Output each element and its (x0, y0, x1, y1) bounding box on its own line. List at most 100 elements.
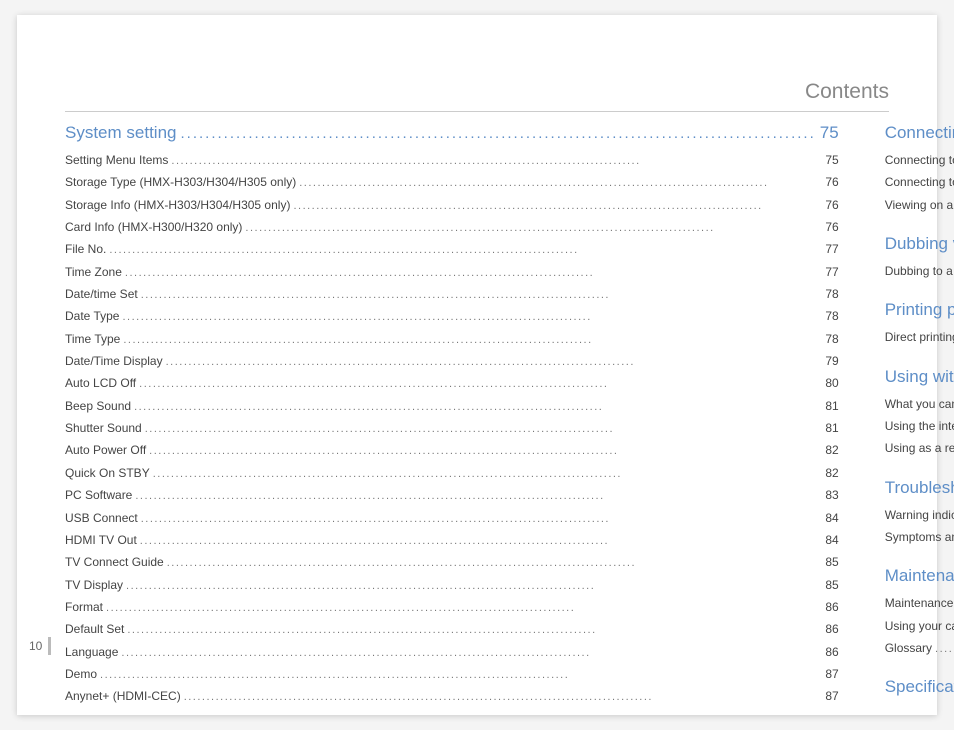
toc-entry-label: PC Software (65, 484, 132, 506)
toc-entry-page: 76 (825, 216, 838, 238)
toc-entry-label: Language (65, 641, 118, 663)
toc-entry-label: Time Zone (65, 261, 122, 283)
leader-dots: ........................................… (121, 643, 822, 663)
toc-entry[interactable]: Auto Power Off..........................… (65, 439, 839, 461)
toc-entry[interactable]: Setting Menu Items......................… (65, 149, 839, 171)
toc-section-title: Specifications (885, 677, 954, 697)
toc-entry[interactable]: Auto LCD Off............................… (65, 372, 839, 394)
toc-section-page: 75 (820, 123, 839, 143)
toc-entry-label: USB Connect (65, 507, 138, 529)
toc-entry[interactable]: Using as a removable storage device.....… (885, 437, 954, 459)
toc-entry[interactable]: Beep Sound..............................… (65, 395, 839, 417)
toc-entry[interactable]: Warning indicators and messages.........… (885, 504, 954, 526)
toc-entry[interactable]: What you can do with a windows computer.… (885, 393, 954, 415)
toc-entry-page: 78 (825, 305, 838, 327)
toc-entry[interactable]: Using the intelli-studio program........… (885, 415, 954, 437)
toc-entry-page: 81 (825, 395, 838, 417)
toc-entry[interactable]: Viewing on a TV screen..................… (885, 194, 954, 216)
toc-section-title: Troubleshooting (885, 478, 954, 498)
toc-section-heading[interactable]: Troubleshooting.........................… (885, 478, 954, 498)
toc-entry[interactable]: USB Connect.............................… (65, 507, 839, 529)
toc-entry[interactable]: Format..................................… (65, 596, 839, 618)
toc-entry-label: Default Set (65, 618, 124, 640)
toc-section-heading[interactable]: Dubbing videos..........................… (885, 234, 954, 254)
page: Contents System setting.................… (17, 15, 937, 715)
toc-entry-page: 85 (825, 574, 838, 596)
toc-entry[interactable]: Card Info (HMX-H300/H320 only)..........… (65, 216, 839, 238)
toc-section-heading[interactable]: Using with a Windows computer...........… (885, 367, 954, 387)
toc-entry[interactable]: Shutter Sound...........................… (65, 417, 839, 439)
toc-entry-label: Time Type (65, 328, 120, 350)
toc-section-heading[interactable]: Maintenance & additional information....… (885, 566, 954, 586)
leader-dots: ........................................… (109, 240, 822, 260)
leader-dots: ........................................… (125, 263, 822, 283)
toc-entry[interactable]: Storage Type (HMX-H303/H304/H305 only)..… (65, 171, 839, 193)
toc-entry-page: 77 (825, 238, 838, 260)
toc-entry[interactable]: Glossary................................… (885, 637, 954, 659)
toc-entry[interactable]: TV Connect Guide........................… (65, 551, 839, 573)
toc-entry[interactable]: Connecting to a high definition TV with … (885, 149, 954, 171)
toc-entry-label: Storage Type (HMX-H303/H304/H305 only) (65, 171, 296, 193)
toc-entry-label: Using the intelli-studio program (885, 415, 954, 437)
toc-entry[interactable]: Using your camcorder abroad.............… (885, 615, 954, 637)
toc-entry-page: 86 (825, 596, 838, 618)
toc-entry-label: Setting Menu Items (65, 149, 168, 171)
toc-entry[interactable]: Date Type...............................… (65, 305, 839, 327)
toc-entry[interactable]: Direct printing with a pictbridge printe… (885, 326, 954, 348)
toc-entry[interactable]: PC Software.............................… (65, 484, 839, 506)
toc-entry-page: 87 (825, 685, 838, 707)
leader-dots: ........................................… (141, 285, 823, 305)
leader-dots: ........................................… (153, 464, 823, 484)
toc-entry[interactable]: Connecting to a regular TV..............… (885, 171, 954, 193)
toc-entry[interactable]: Time Zone...............................… (65, 261, 839, 283)
toc-section-heading[interactable]: Printing photos.........................… (885, 300, 954, 320)
toc-entry-label: Connecting to a regular TV (885, 171, 954, 193)
leader-dots: ........................................… (134, 397, 822, 417)
toc-entry[interactable]: File No.................................… (65, 238, 839, 260)
toc-entry-label: Storage Info (HMX-H303/H304/H305 only) (65, 194, 290, 216)
toc-entry-label: Shutter Sound (65, 417, 142, 439)
toc-entry-page: 76 (825, 171, 838, 193)
toc-entry[interactable]: Maintenance.............................… (885, 592, 954, 614)
toc-entry[interactable]: Quick On STBY...........................… (65, 462, 839, 484)
leader-dots: ........................................… (171, 151, 822, 171)
toc-entry-page: 80 (825, 372, 838, 394)
toc-entry[interactable]: Storage Info (HMX-H303/H304/H305 only)..… (65, 194, 839, 216)
toc-entry[interactable]: Dubbing to a VCR or DVD/HDD recorder....… (885, 260, 954, 282)
toc-entry-page: 78 (825, 328, 838, 350)
toc-entry[interactable]: Anynet+ (HDMI-CEC)......................… (65, 685, 839, 707)
toc-section-heading[interactable]: Specifications..........................… (885, 677, 954, 697)
toc-entry[interactable]: Date/Time Display.......................… (65, 350, 839, 372)
toc-entry-page: 86 (825, 641, 838, 663)
toc-entry-page: 78 (825, 283, 838, 305)
leader-dots: ........................................… (245, 218, 822, 238)
toc-entry-label: Beep Sound (65, 395, 131, 417)
toc-entry[interactable]: Language................................… (65, 641, 839, 663)
toc-entry[interactable]: TV Display..............................… (65, 574, 839, 596)
toc-entry-label: Viewing on a TV screen (885, 194, 954, 216)
toc-entry-label: TV Connect Guide (65, 551, 164, 573)
leader-dots: ........................................… (122, 307, 822, 327)
toc-entry[interactable]: Default Set.............................… (65, 618, 839, 640)
leader-dots: ........................................… (100, 665, 822, 685)
toc-column-right: Connecting to a TV......................… (885, 123, 954, 685)
leader-dots: ........................................… (127, 620, 822, 640)
toc-section-heading[interactable]: System setting..........................… (65, 123, 839, 143)
toc-entry-page: 81 (825, 417, 838, 439)
toc-entry[interactable]: Date/time Set...........................… (65, 283, 839, 305)
toc-entry[interactable]: Demo....................................… (65, 663, 839, 685)
leader-dots: ........................................… (145, 419, 823, 439)
toc-entry[interactable]: HDMI TV Out.............................… (65, 529, 839, 551)
toc-column-left: System setting..........................… (65, 123, 839, 685)
leader-dots: ........................................… (166, 352, 823, 372)
leader-dots: ........................................… (135, 486, 822, 506)
toc-entry-label: Glossary (885, 637, 932, 659)
toc-entry-page: 87 (825, 663, 838, 685)
toc-section-title: Dubbing videos (885, 234, 954, 254)
toc-entry[interactable]: Time Type...............................… (65, 328, 839, 350)
leader-dots: ........................................… (106, 598, 822, 618)
toc-section-heading[interactable]: Connecting to a TV......................… (885, 123, 954, 143)
leader-dots: ........................................… (126, 576, 822, 596)
toc-entry[interactable]: Symptoms and solutions..................… (885, 526, 954, 548)
toc-entry-page: 79 (825, 350, 838, 372)
